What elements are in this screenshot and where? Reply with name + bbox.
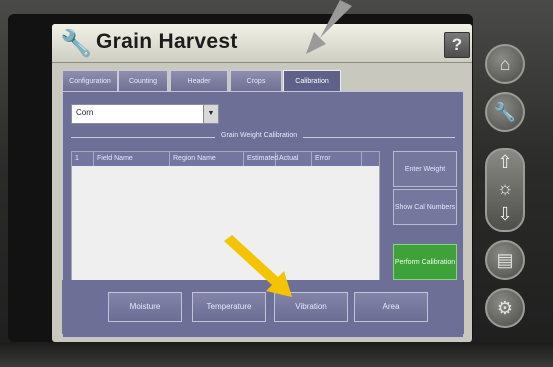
chevron-down-icon[interactable]: ▼ — [203, 105, 218, 123]
help-button[interactable]: ? — [444, 32, 470, 58]
tab-counting[interactable]: Counting — [118, 70, 168, 92]
moisture-button[interactable]: Moisture — [108, 292, 182, 322]
brightness-icon: ☼ — [496, 178, 514, 198]
crop-select[interactable]: Corn ▼ — [71, 104, 219, 124]
column-header: Field Name — [94, 152, 170, 166]
brightness-icon[interactable]: ⇧ ☼ ⇩ — [485, 148, 525, 232]
tab-bar: Configuration Counting Header Crops Cali… — [62, 70, 462, 93]
table-header: 1 Field Name Region Name Estimated Actua… — [72, 152, 379, 166]
tab-header[interactable]: Header — [170, 70, 228, 92]
show-cal-numbers-button[interactable]: Show Cal Numbers — [393, 189, 457, 225]
wrench-icon[interactable]: 🔧 — [485, 92, 525, 132]
yellow-annotation-arrow — [224, 235, 292, 297]
manual-icon[interactable]: ▤ — [485, 240, 525, 280]
title-bar: 🔧 Grain Harvest ? — [52, 24, 472, 63]
runner-icon[interactable]: ⚙ — [485, 288, 525, 328]
wrench-icon: 🔧 — [60, 28, 93, 58]
column-header: Estimated — [244, 152, 278, 166]
home-icon[interactable]: ⌂ — [485, 44, 525, 84]
perform-calibration-button[interactable]: Perform Calibration — [393, 244, 457, 280]
column-header: Actual — [276, 152, 312, 166]
column-header: Region Name — [170, 152, 244, 166]
gray-annotation-arrow — [306, 0, 352, 54]
tab-configuration[interactable]: Configuration — [62, 70, 118, 92]
chevron-down-icon[interactable]: ⇩ — [487, 204, 523, 225]
app-title: Grain Harvest — [96, 30, 238, 53]
crop-select-value: Corn — [76, 108, 94, 117]
section-title: Grain Weight Calibration — [215, 132, 304, 139]
column-header: 1 — [72, 152, 94, 166]
column-header: Error — [312, 152, 362, 166]
chevron-up-icon[interactable]: ⇧ — [487, 152, 523, 173]
enter-weight-button[interactable]: Enter Weight — [393, 151, 457, 187]
tab-calibration[interactable]: Calibration — [283, 70, 341, 93]
area-button[interactable]: Area — [354, 292, 428, 322]
bezel-bottom — [0, 342, 553, 367]
tab-crops[interactable]: Crops — [230, 70, 282, 92]
